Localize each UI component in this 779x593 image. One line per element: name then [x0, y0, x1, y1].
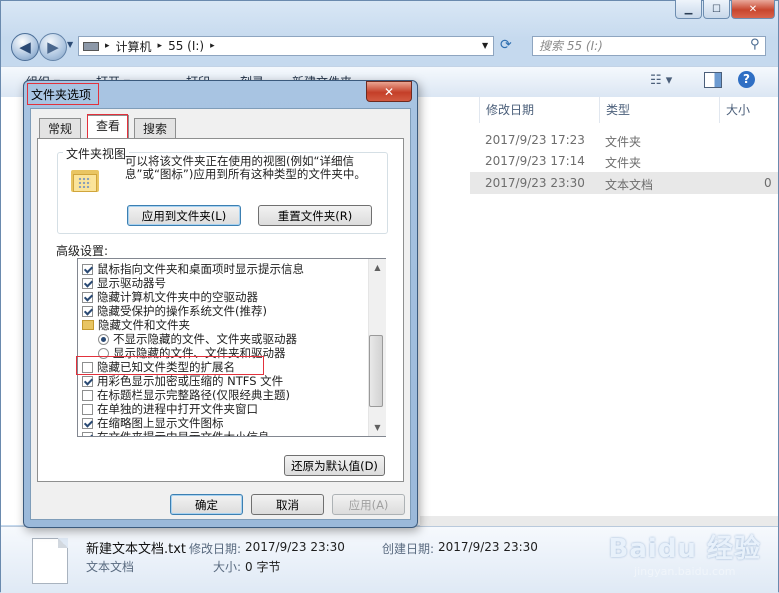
- advanced-settings-label: 高级设置:: [56, 244, 109, 258]
- details-created-label: 创建日期:: [382, 542, 435, 556]
- checkbox-checked[interactable]: [82, 291, 93, 303]
- setting-row[interactable]: 在文件夹提示中显示文件大小信息: [82, 430, 270, 437]
- maximize-button[interactable]: ☐: [703, 0, 730, 19]
- folder-view-icon: [71, 168, 99, 194]
- dialog-close-button[interactable]: ✕: [366, 81, 412, 102]
- breadcrumb-separator-icon[interactable]: ▸: [105, 41, 110, 51]
- cell-size: 0: [764, 176, 772, 190]
- cell-date: 2017/9/23 23:30: [485, 176, 585, 190]
- refresh-icon[interactable]: ⟳: [500, 37, 512, 53]
- checkbox-unchecked[interactable]: [82, 389, 93, 401]
- breadcrumb-separator-icon[interactable]: ▸: [158, 41, 163, 51]
- scroll-down-icon[interactable]: ▼: [369, 419, 386, 436]
- help-icon[interactable]: ?: [738, 71, 755, 88]
- cancel-button[interactable]: 取消: [251, 494, 324, 515]
- forward-button[interactable]: ▶: [39, 33, 67, 61]
- cell-date: 2017/9/23 17:23: [485, 133, 585, 147]
- checkbox-checked[interactable]: [82, 263, 93, 275]
- scroll-thumb[interactable]: [369, 335, 383, 407]
- reset-folders-button[interactable]: 重置文件夹(R): [258, 205, 372, 226]
- checkbox-checked[interactable]: [82, 431, 93, 436]
- folder-icon: [82, 320, 94, 330]
- details-filename: 新建文本文档.txt: [86, 542, 187, 557]
- setting-row[interactable]: 不显示隐藏的文件、文件夹或驱动器: [98, 332, 297, 346]
- back-arrow-icon: ◀: [19, 38, 31, 56]
- column-header-type[interactable]: 类型: [599, 97, 719, 123]
- search-input[interactable]: 搜索 55 (I:): [532, 36, 766, 56]
- cell-type: 文件夹: [605, 135, 642, 149]
- folder-view-group-label: 文件夹视图: [63, 145, 130, 162]
- search-icon[interactable]: ⚲: [750, 37, 760, 52]
- window-controls: ▁ ☐ ✕: [675, 0, 775, 19]
- forward-arrow-icon: ▶: [47, 38, 59, 56]
- checkbox-checked[interactable]: [82, 417, 93, 429]
- details-size-label: 大小:: [213, 560, 242, 574]
- setting-highlight-box: [76, 356, 264, 375]
- setting-row[interactable]: 显示驱动器号: [82, 276, 166, 290]
- column-header-size[interactable]: 大小: [719, 97, 779, 123]
- close-icon: ✕: [383, 84, 395, 99]
- restore-defaults-button[interactable]: 还原为默认值(D): [284, 455, 385, 476]
- cell-type: 文件夹: [605, 156, 642, 170]
- apply-button[interactable]: 应用(A): [332, 494, 405, 515]
- back-button[interactable]: ◀: [11, 33, 39, 61]
- column-header-date[interactable]: 修改日期: [479, 97, 599, 123]
- text-file-icon: [32, 538, 68, 584]
- horizontal-scrollbar[interactable]: [420, 516, 778, 526]
- scroll-up-icon[interactable]: ▲: [369, 259, 386, 276]
- preview-pane-icon[interactable]: [704, 72, 722, 88]
- setting-label: 在文件夹提示中显示文件大小信息: [97, 430, 270, 437]
- setting-row[interactable]: 隐藏受保护的操作系统文件(推荐): [82, 304, 267, 318]
- cell-date: 2017/9/23 17:14: [485, 154, 585, 168]
- breadcrumb-computer[interactable]: 计算机: [116, 38, 152, 55]
- details-modified-label: 修改日期:: [189, 542, 242, 556]
- recent-pages-dropdown-icon[interactable]: ▼: [67, 40, 73, 49]
- breadcrumb-separator-icon[interactable]: ▸: [210, 41, 215, 51]
- breadcrumb-drive[interactable]: 55 (I:): [168, 39, 204, 53]
- watermark-url: jingyan.baidu.com: [634, 565, 736, 578]
- tab-general[interactable]: 常规: [39, 118, 82, 138]
- checkbox-unchecked[interactable]: [82, 403, 93, 415]
- close-button[interactable]: ✕: [731, 0, 775, 19]
- watermark-logo: Baidu 经验: [608, 534, 761, 564]
- checkbox-checked[interactable]: [82, 277, 93, 289]
- setting-row[interactable]: 用彩色显示加密或压缩的 NTFS 文件: [82, 374, 283, 388]
- details-modified-value: 2017/9/23 23:30: [245, 540, 345, 554]
- drive-icon: [83, 41, 99, 51]
- advanced-settings-list[interactable]: 鼠标指向文件夹和桌面项时显示提示信息 显示驱动器号 隐藏计算机文件夹中的空驱动器…: [77, 258, 386, 437]
- address-dropdown-icon[interactable]: ▼: [482, 41, 488, 50]
- tab-search[interactable]: 搜索: [134, 118, 177, 138]
- setting-row[interactable]: 隐藏计算机文件夹中的空驱动器: [82, 290, 258, 304]
- setting-row[interactable]: 在标题栏显示完整路径(仅限经典主题): [82, 388, 290, 402]
- setting-row[interactable]: 在单独的进程中打开文件夹窗口: [82, 402, 258, 416]
- address-bar[interactable]: ▸ 计算机 ▸ 55 (I:) ▸: [78, 36, 494, 56]
- dialog-title: 文件夹选项: [31, 88, 92, 102]
- watermark: Baidu 经验 jingyan.baidu.com: [609, 528, 761, 578]
- view-options-icon[interactable]: ☷ ▾: [650, 73, 672, 88]
- checkbox-checked[interactable]: [82, 375, 93, 387]
- cell-type: 文本文档: [605, 178, 654, 192]
- setting-group-row: 隐藏文件和文件夹: [82, 318, 190, 332]
- details-created-value: 2017/9/23 23:30: [438, 540, 538, 554]
- tab-highlight-box: [87, 114, 128, 139]
- ok-button[interactable]: 确定: [170, 494, 243, 515]
- setting-row[interactable]: 在缩略图上显示文件图标: [82, 416, 224, 430]
- folder-view-description: 可以将该文件夹正在使用的视图(例如“详细信息”或“图标”)应用到所有这种类型的文…: [125, 154, 366, 181]
- details-type: 文本文档: [86, 560, 135, 574]
- checkbox-checked[interactable]: [82, 305, 93, 317]
- setting-row[interactable]: 鼠标指向文件夹和桌面项时显示提示信息: [82, 262, 304, 276]
- apply-to-folders-button[interactable]: 应用到文件夹(L): [127, 205, 241, 226]
- radio-selected[interactable]: [98, 333, 109, 345]
- details-size-value: 0 字节: [245, 560, 281, 574]
- minimize-button[interactable]: ▁: [675, 0, 702, 19]
